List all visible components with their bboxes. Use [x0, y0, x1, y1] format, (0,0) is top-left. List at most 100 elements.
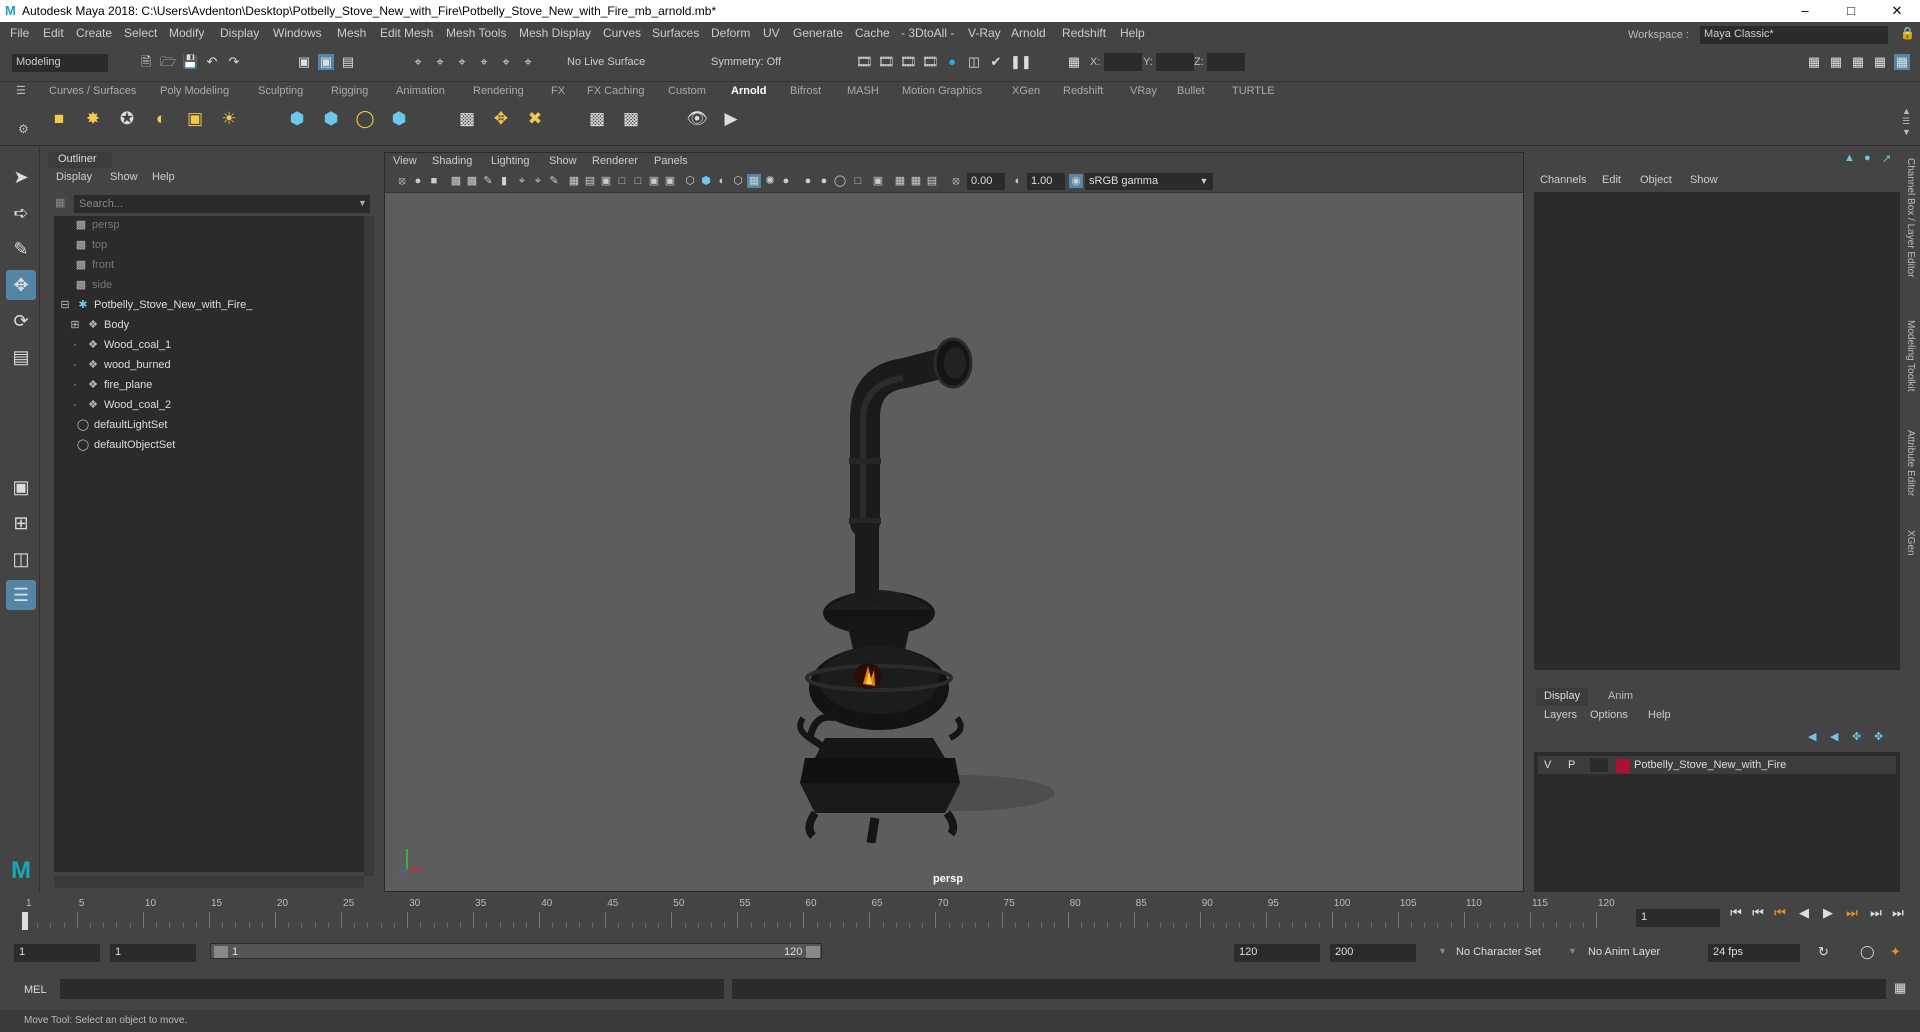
- y-field[interactable]: [1156, 53, 1194, 71]
- character-set-dropdown[interactable]: No Character Set: [1456, 946, 1541, 958]
- new-layer-selected-icon[interactable]: ✥: [1874, 730, 1883, 743]
- shelf-menu-icon[interactable]: ☰: [16, 84, 26, 97]
- sidebar-toggle-icon[interactable]: ▦: [1806, 54, 1822, 70]
- fps-dropdown[interactable]: 24 fps: [1708, 944, 1800, 962]
- layer-menu-layers[interactable]: Layers: [1544, 709, 1577, 721]
- select-hierarchy-icon[interactable]: ▣: [296, 54, 312, 70]
- shelf-tab-custom[interactable]: Custom: [668, 85, 706, 97]
- persp-outliner-layout-icon[interactable]: ◫: [6, 544, 36, 574]
- area-light-icon[interactable]: ■: [46, 106, 72, 132]
- grease-pencil-icon[interactable]: ✎: [481, 174, 495, 188]
- menu-edit-mesh[interactable]: Edit Mesh: [380, 26, 433, 40]
- outliner-item-top[interactable]: ▩ top: [74, 236, 108, 254]
- animation-prefs-icon[interactable]: ✦: [1890, 944, 1901, 960]
- character-controls-icon[interactable]: ▦: [1850, 54, 1866, 70]
- resolution-gate-icon[interactable]: ✎: [547, 174, 561, 188]
- menu-mesh-tools[interactable]: Mesh Tools: [446, 26, 506, 40]
- toggle-grid-icon[interactable]: ▦: [567, 174, 581, 188]
- viewport-menu-view[interactable]: View: [393, 155, 417, 167]
- outliner-title[interactable]: Outliner: [48, 152, 112, 168]
- anim-layer-dropdown-icon[interactable]: ▼: [1568, 946, 1577, 956]
- workspace-dropdown[interactable]: Maya Classic*: [1700, 26, 1888, 44]
- ipr-render-icon[interactable]: 🎞: [922, 54, 939, 70]
- render-view-icon[interactable]: 🎞: [900, 54, 917, 70]
- exposure-icon[interactable]: ⦻: [949, 174, 963, 188]
- volume-icon[interactable]: ◯: [352, 106, 378, 132]
- scale-tool-icon[interactable]: ▤: [6, 342, 36, 372]
- arnold-render-icon[interactable]: ▶: [718, 106, 744, 132]
- motion-blur-icon[interactable]: ●: [817, 174, 831, 188]
- anim-layer-dropdown[interactable]: No Anim Layer: [1588, 946, 1660, 958]
- viewport-panel[interactable]: View Shading Lighting Show Renderer Pane…: [384, 152, 1524, 892]
- shelf-tab-mash[interactable]: MASH: [847, 85, 879, 97]
- layer-playback-toggle[interactable]: P: [1568, 759, 1575, 771]
- isolate-select-icon[interactable]: ▣: [871, 174, 885, 188]
- channel-box-icon[interactable]: ▦: [1894, 54, 1910, 70]
- curve-collector-icon[interactable]: ⬢: [386, 106, 412, 132]
- layer-visibility-toggle[interactable]: V: [1544, 759, 1551, 771]
- shelf-tab-arnold[interactable]: Arnold: [731, 85, 766, 97]
- snap-surface-icon[interactable]: ⌖: [498, 54, 514, 70]
- outliner-search-input[interactable]: Search...: [74, 195, 370, 213]
- current-frame-field[interactable]: 1: [1636, 909, 1720, 927]
- viewport-menu-show[interactable]: Show: [549, 155, 577, 167]
- layer-menu-options[interactable]: Options: [1590, 709, 1628, 721]
- anti-aliasing-icon[interactable]: ◯: [833, 174, 847, 188]
- photometric-light-icon[interactable]: ✪: [114, 106, 140, 132]
- bookmarks-icon[interactable]: ■: [427, 174, 441, 188]
- menu-windows[interactable]: Windows: [273, 26, 322, 40]
- outliner-item-wood-coal-1[interactable]: · ❖ Wood_coal_1: [68, 336, 171, 354]
- select-component-icon[interactable]: ▤: [340, 54, 356, 70]
- save-scene-icon[interactable]: 💾: [182, 54, 198, 70]
- z-field[interactable]: [1207, 53, 1245, 71]
- new-scene-icon[interactable]: 🗎: [138, 54, 154, 70]
- render-sequence-icon[interactable]: 🎞: [878, 54, 895, 70]
- new-layer-icon[interactable]: ✥: [1852, 730, 1861, 743]
- grid-icon[interactable]: ⌖: [515, 174, 529, 188]
- script-editor-icon[interactable]: ▦: [1894, 980, 1906, 996]
- outliner-menu-display[interactable]: Display: [56, 171, 92, 183]
- range-start-handle[interactable]: [214, 946, 228, 958]
- outliner-horizontal-scrollbar[interactable]: [54, 876, 364, 888]
- move-tool-icon[interactable]: ✥: [6, 270, 36, 300]
- layer-tab-anim[interactable]: Anim: [1600, 688, 1641, 706]
- side-tab-attribute-editor[interactable]: Attribute Editor: [1905, 430, 1916, 496]
- menu-mesh[interactable]: Mesh: [337, 26, 366, 40]
- menu-select[interactable]: Select: [124, 26, 157, 40]
- xray-active-icon[interactable]: ▦: [909, 174, 923, 188]
- outliner-item-side[interactable]: ▩ side: [74, 276, 112, 294]
- viewport-menu-panels[interactable]: Panels: [654, 155, 688, 167]
- light-editor-icon[interactable]: ▩: [618, 106, 644, 132]
- x-field[interactable]: [1104, 53, 1142, 71]
- physical-sky-icon[interactable]: ☀: [216, 106, 242, 132]
- shelf-settings-icon[interactable]: ⚙: [18, 122, 29, 136]
- outliner-vertical-scrollbar[interactable]: [364, 216, 374, 876]
- search-options-icon[interactable]: ▦: [55, 196, 65, 209]
- menu-generate[interactable]: Generate: [793, 26, 843, 40]
- range-slider-bar[interactable]: [210, 943, 822, 959]
- shelf-tab-motion-graphics[interactable]: Motion Graphics: [902, 85, 982, 97]
- wireframe-on-shaded-icon[interactable]: ⬡: [731, 174, 745, 188]
- snap-grid-icon[interactable]: ⌖: [410, 54, 426, 70]
- mode-dropdown[interactable]: Modeling: [12, 54, 108, 72]
- collapse-icon[interactable]: ⊟: [58, 296, 72, 314]
- export-standin-icon[interactable]: ⬢: [318, 106, 344, 132]
- snap-pivot-icon[interactable]: ⌖: [520, 54, 536, 70]
- hypershade-icon[interactable]: ◫: [966, 54, 982, 70]
- gate-mask-icon[interactable]: ▤: [583, 174, 597, 188]
- film-gate-icon[interactable]: ⌖: [531, 174, 545, 188]
- time-slider-ticks[interactable]: 1 5 10 15 20 25 30 35 40 45 50 55 60 65 70 75 80 85 90 95 10…: [20, 898, 1615, 928]
- animation-start-field[interactable]: 1: [14, 944, 100, 962]
- mel-label[interactable]: MEL: [24, 984, 47, 996]
- character-set-dropdown-icon[interactable]: ▼: [1438, 946, 1447, 956]
- layer-name[interactable]: Potbelly_Stove_New_with_Fire: [1634, 759, 1786, 771]
- channel-box-sync-icon[interactable]: ●: [1864, 152, 1871, 164]
- step-back-key-icon[interactable]: ⏮: [1772, 905, 1788, 921]
- channels-menu-show[interactable]: Show: [1690, 174, 1718, 186]
- select-object-icon[interactable]: ▣: [318, 54, 334, 70]
- shelf-tab-fx[interactable]: FX: [551, 85, 565, 97]
- menu-deform[interactable]: Deform: [711, 26, 750, 40]
- minimize-button[interactable]: –: [1782, 1, 1828, 21]
- lock-icon[interactable]: 🔒: [1900, 26, 1915, 40]
- wireframe-icon[interactable]: ⬡: [683, 174, 697, 188]
